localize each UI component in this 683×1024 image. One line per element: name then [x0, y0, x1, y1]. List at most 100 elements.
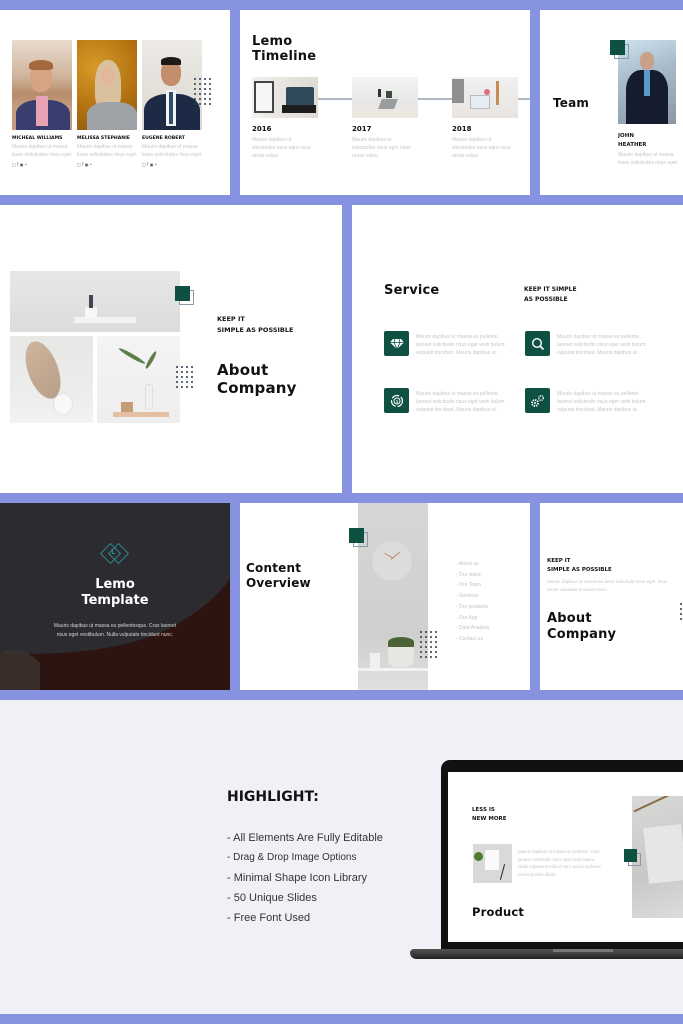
- search-icon[interactable]: [525, 331, 550, 356]
- subtitle-line: SIMPLE AS POSSIBLE: [217, 326, 294, 334]
- laptop-screen[interactable]: LESS IS NEW MORE Mauris dapibus ut massa…: [448, 772, 683, 942]
- member-name: EUGENE ROBERT: [142, 136, 185, 141]
- subtitle-line: NEW MORE: [472, 815, 507, 822]
- title-line: Company: [217, 379, 297, 397]
- highlight-title: HIGHLIGHT:: [227, 789, 319, 805]
- title-line: Company: [547, 627, 617, 642]
- title-line: Overview: [246, 576, 311, 590]
- subtitle-line: KEEP IT: [217, 315, 245, 323]
- toc-item[interactable]: - Our Team: [456, 580, 489, 591]
- title-line: Lemo: [252, 34, 293, 49]
- service-desc: Mauris dapibus ut massa eu pellente. lao…: [557, 391, 647, 413]
- about-photo-top: [10, 271, 180, 332]
- highlight-item: - Drag & Drop Image Options: [227, 852, 357, 863]
- title-line: About: [547, 611, 592, 626]
- slide-cover[interactable]: L Lemo Template Mauris dapibus ut massa …: [0, 503, 230, 690]
- slide-about-company[interactable]: KEEP IT SIMPLE AS POSSIBLE About Company: [0, 205, 342, 493]
- screen-desc: Mauris dapibus ut massa eu pellente. Cra…: [518, 849, 601, 878]
- name-line: JOHN: [618, 133, 634, 139]
- service-desc: Mauris dapibus ut massa eu pellente. lao…: [557, 334, 647, 356]
- slide-about-company-2[interactable]: KEEP IT SIMPLE AS POSSIBLE Mauris dapibu…: [540, 503, 683, 690]
- member-photo-micheal: [12, 40, 72, 130]
- highlight-list: - All Elements Are Fully Editable - Drag…: [227, 828, 383, 928]
- about-subtitle: KEEP IT SIMPLE AS POSSIBLE: [217, 314, 293, 336]
- decorative-dot-grid: [194, 78, 211, 105]
- social-icon-row[interactable]: □ f ▣ •: [142, 162, 157, 167]
- green-square-accent: [610, 40, 629, 59]
- timeline-year: 2016: [252, 125, 272, 133]
- toc-item[interactable]: - About us: [456, 559, 489, 570]
- service-title: Service: [384, 283, 440, 298]
- highlight-item: - Minimal Shape Icon Library: [227, 872, 368, 884]
- timeline-desc: Mauris dapibus ut solicitudes risus egro…: [452, 137, 511, 159]
- timeline-year: 2018: [452, 125, 472, 133]
- cover-title: Lemo Template: [0, 577, 230, 609]
- member-desc: Mauris dapibus ut massa loare solicitude…: [77, 144, 138, 158]
- social-icon-row[interactable]: □ f ▣ •: [12, 162, 27, 167]
- title-line: Content: [246, 561, 302, 575]
- desc-line: Mauris dapibus ut massa eu pellentesque.…: [53, 623, 177, 629]
- highlight-panel: HIGHLIGHT: - All Elements Are Fully Edit…: [0, 700, 683, 1014]
- timeline-photo-2017: [352, 77, 418, 118]
- highlight-item: - Free Font Used: [227, 912, 311, 924]
- timeline-title: Lemo Timeline: [252, 34, 316, 64]
- title-line: Timeline: [252, 49, 317, 64]
- slide-content-overview[interactable]: Content Overview - About us - Our vision…: [240, 503, 530, 690]
- subtitle-line: SIMPLE AS POSSIBLE: [547, 567, 612, 573]
- dollar-cycle-icon[interactable]: $: [384, 388, 409, 413]
- service-desc: Mauris dapibus ut massa eu pellente. lao…: [416, 334, 506, 356]
- about-photo-left: [10, 336, 93, 423]
- decorative-dot-grid: [176, 366, 193, 388]
- about-title: About Company: [217, 361, 297, 397]
- screen-title: Product: [472, 905, 525, 919]
- member-desc: Mauris dapibus ut massa loare solicitude…: [142, 144, 203, 158]
- slide-team-single[interactable]: Team JOHN HEATHER Mauris dapibus ut mass…: [540, 10, 683, 195]
- svg-text:$: $: [395, 399, 398, 405]
- laptop-base: [410, 949, 683, 959]
- social-icons[interactable]: □ f ▣ •: [12, 162, 27, 167]
- about-photo-right: [97, 336, 180, 423]
- member-photo-melissa: [77, 40, 137, 130]
- screen-small-photo: [473, 844, 512, 883]
- slide-team-members[interactable]: MICHEAL WILLIAMS Mauris dapibus ut massa…: [0, 10, 230, 195]
- toc-item[interactable]: - Our vision: [456, 570, 489, 581]
- team-title: Team: [553, 96, 590, 110]
- diamond-icon[interactable]: [384, 331, 409, 356]
- social-icons[interactable]: □ f ▣ •: [77, 162, 92, 167]
- about-desc: Mauris dapibus ut massa eu laure solicit…: [547, 579, 668, 592]
- decorative-dot-grid: [420, 631, 437, 658]
- green-square-accent: [624, 849, 643, 868]
- content-photo: [358, 503, 428, 690]
- slide-service[interactable]: Service KEEP IT SIMPLE AS POSSIBLE Mauri…: [352, 205, 683, 493]
- cover-desc: Mauris dapibus ut massa eu pellentesque.…: [0, 622, 230, 639]
- subtitle-line: KEEP IT SIMPLE: [524, 286, 577, 293]
- timeline-photo-2016: [252, 77, 318, 118]
- timeline-year: 2017: [352, 125, 372, 133]
- toc-item[interactable]: - Contact us: [456, 634, 489, 645]
- member-photo-eugene: [142, 40, 202, 130]
- lemo-logo-icon: L: [99, 542, 130, 567]
- social-icon-row[interactable]: □ f ▣ •: [77, 162, 92, 167]
- gears-icon[interactable]: [525, 388, 550, 413]
- name-line: HEATHER: [618, 141, 647, 148]
- member-name: JOHN HEATHER: [618, 132, 647, 149]
- toc-item[interactable]: - Our products: [456, 602, 489, 613]
- highlight-item: - All Elements Are Fully Editable: [227, 832, 383, 844]
- table-of-contents: - About us - Our vision - Our Team - Ser…: [456, 559, 489, 645]
- logo-letter: L: [111, 548, 116, 556]
- about-subtitle: KEEP IT SIMPLE AS POSSIBLE: [547, 557, 612, 575]
- toc-item[interactable]: - Our App: [456, 613, 489, 624]
- laptop-hinge: [553, 949, 613, 952]
- timeline-desc: Mauris dapibus ut solicitudes risus egro…: [352, 137, 411, 159]
- toc-item[interactable]: - Data Analysis: [456, 623, 489, 634]
- social-icons[interactable]: □ f ▣ •: [142, 162, 157, 167]
- about-title: About Company: [547, 611, 616, 643]
- title-line: Template: [81, 593, 149, 608]
- green-square-accent: [175, 286, 194, 305]
- slide-timeline[interactable]: Lemo Timeline 2016 Mauris dapibus ut sol…: [240, 10, 530, 195]
- toc-item[interactable]: - Services: [456, 591, 489, 602]
- member-name: MELISSA STEPHANIE: [77, 136, 130, 141]
- subtitle-line: AS POSSIBLE: [524, 295, 568, 303]
- member-name: MICHEAL WILLIAMS: [12, 136, 63, 141]
- subtitle-line: KEEP IT: [547, 558, 571, 564]
